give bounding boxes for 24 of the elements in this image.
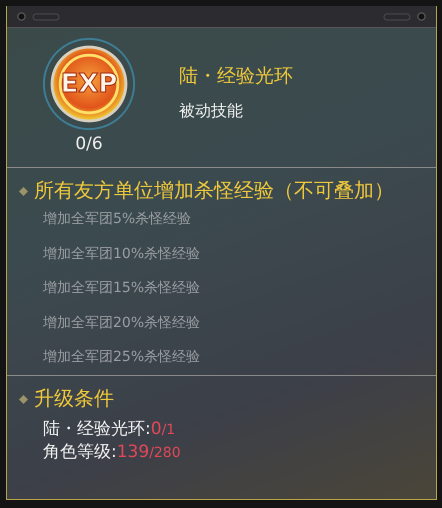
exp-badge-icon (41, 36, 137, 132)
rivet-icon (417, 12, 426, 21)
effect-level-text: 增加全军团15%杀怪经验 (42, 279, 202, 298)
effect-level-text: 增加全军团25%杀怪经验 (42, 348, 202, 368)
diamond-bullet-icon (19, 187, 28, 196)
effect-level-text: 增加全军团20%杀怪经验 (42, 314, 202, 333)
condition-required-value: /1 (162, 422, 176, 438)
slot-icon (383, 12, 411, 20)
rivet-icon (17, 12, 26, 21)
exp-label: EXP (60, 70, 118, 98)
effect-level-text: 增加全军团10%杀怪经验 (42, 244, 202, 264)
upgrade-heading: 升级条件 (34, 386, 114, 410)
condition-current-value: 139 (116, 442, 150, 462)
skill-name: 陆・经验光环 (179, 64, 293, 89)
effect-heading: 所有友方单位增加杀怪经验（不可叠加） (34, 178, 394, 202)
condition-required-value: /280 (149, 444, 181, 461)
skill-type: 被动技能 (179, 101, 244, 122)
diamond-bullet-icon (19, 394, 28, 404)
condition-current-value: 0 (150, 418, 162, 439)
skill-level-counter: 0/6 (75, 134, 103, 154)
slot-icon (32, 12, 60, 20)
condition-label: 角色等级: (43, 442, 117, 462)
effect-level-text: 增加全军团5%杀怪经验 (42, 210, 192, 229)
condition-label: 陆・经验光环: (43, 418, 151, 439)
